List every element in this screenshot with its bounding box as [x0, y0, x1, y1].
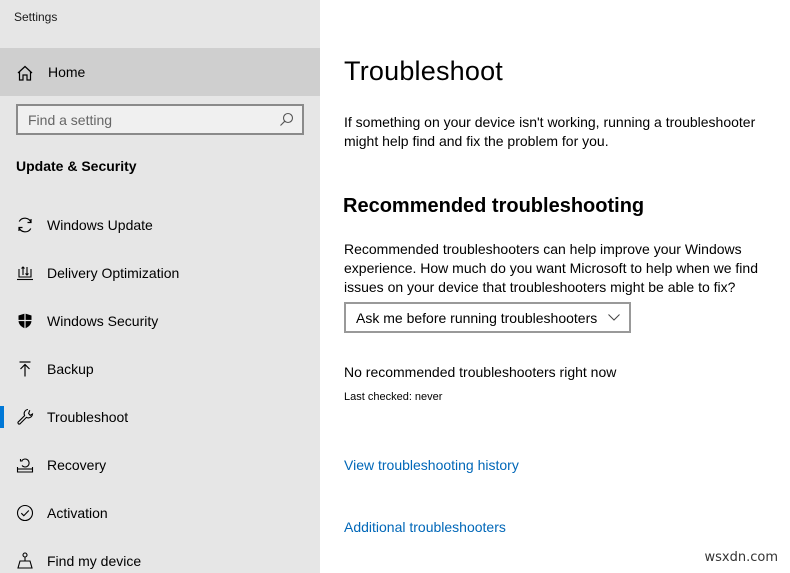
selected-indicator — [0, 406, 4, 428]
find-device-icon — [17, 552, 33, 569]
intro-text: If something on your device isn't workin… — [344, 114, 756, 149]
dropdown-value: Ask me before running troubleshooters — [356, 310, 598, 326]
sidebar-item-label: Find my device — [47, 553, 142, 569]
sync-icon — [18, 217, 32, 233]
recommended-status: No recommended troubleshooters right now — [344, 364, 617, 380]
recommended-heading: Recommended troubleshooting — [343, 195, 645, 217]
main-content: Troubleshoot If something on your device… — [320, 0, 790, 573]
sidebar-item-label: Recovery — [47, 457, 107, 473]
sidebar-item-label: Backup — [47, 361, 94, 377]
sidebar-item-recovery[interactable]: Recovery — [0, 445, 320, 485]
recovery-icon — [16, 458, 34, 473]
search-input[interactable] — [18, 106, 268, 133]
upload-arrow-icon — [19, 361, 31, 377]
wrench-icon — [17, 408, 34, 425]
sidebar-item-label: Windows Security — [47, 313, 159, 329]
page-title: Troubleshoot — [344, 56, 503, 86]
sidebar-item-windows-security[interactable]: Windows Security — [0, 301, 320, 341]
view-history-link[interactable]: View troubleshooting history — [344, 457, 519, 473]
sidebar-item-label: Windows Update — [47, 217, 153, 233]
sidebar: Settings Home Update & Security Windows … — [0, 0, 320, 573]
sidebar-item-backup[interactable]: Backup — [0, 349, 320, 389]
sidebar-home-label: Home — [48, 64, 86, 80]
section-heading: Update & Security — [16, 158, 137, 174]
sidebar-item-label: Troubleshoot — [47, 409, 129, 425]
home-icon — [17, 65, 33, 81]
sidebar-item-activation[interactable]: Activation — [0, 493, 320, 533]
sidebar-item-troubleshoot[interactable]: Troubleshoot — [0, 397, 320, 437]
sidebar-item-label: Delivery Optimization — [47, 265, 180, 281]
recommended-description: Recommended troubleshooters can help imp… — [344, 241, 758, 295]
shield-icon — [18, 313, 32, 329]
additional-troubleshooters-link[interactable]: Additional troubleshooters — [344, 519, 506, 535]
watermark: wsxdn.com — [704, 550, 779, 565]
search-box[interactable] — [16, 104, 304, 135]
sidebar-home[interactable]: Home — [0, 48, 320, 96]
delivery-optimization-icon — [17, 266, 33, 281]
app-title: Settings — [14, 10, 58, 24]
sidebar-item-find-my-device[interactable]: Find my device — [0, 541, 320, 573]
check-circle-icon — [16, 504, 34, 522]
last-checked: Last checked: never — [344, 391, 443, 403]
search-icon[interactable] — [279, 112, 294, 127]
chevron-down-icon — [608, 314, 620, 321]
sidebar-item-delivery-optimization[interactable]: Delivery Optimization — [0, 253, 320, 293]
sidebar-item-label: Activation — [47, 505, 108, 521]
troubleshooter-preference-dropdown[interactable]: Ask me before running troubleshooters — [344, 302, 631, 333]
sidebar-item-windows-update[interactable]: Windows Update — [0, 205, 320, 245]
